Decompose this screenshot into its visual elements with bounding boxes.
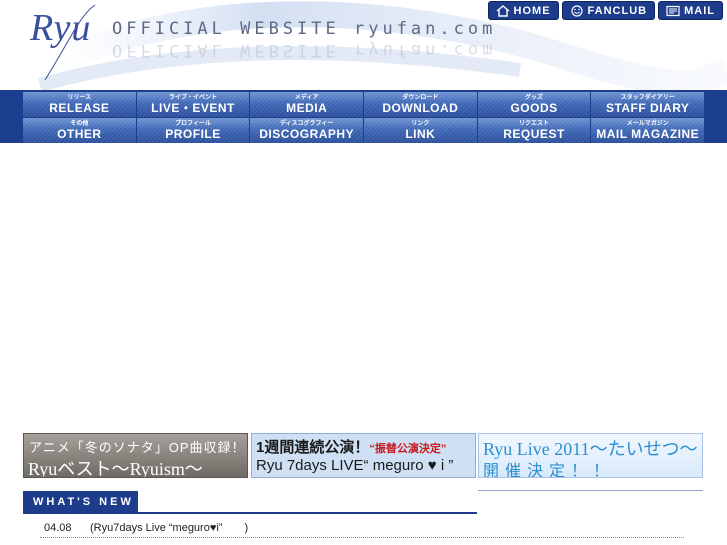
mail-icon (666, 5, 680, 16)
nav-row-1: リリース RELEASE ライブ・イベント LIVE・EVENT メディア MEDIA… (23, 92, 705, 117)
banner-7days-line1: 1週間連続公演！“振替公演決定” (256, 436, 446, 457)
nav-other-label: OTHER (57, 127, 102, 141)
banner-7days-line2: Ryu 7days LIVE“ meguro ♥ i ” (256, 457, 454, 474)
fanclub-button-label: FANCLUB (587, 4, 648, 17)
banner-ryuism-line2: Ryuベスト〜Ryuism〜 (28, 459, 203, 478)
side-divider (478, 490, 703, 491)
nav-staff-diary[interactable]: スタッフダイアリー STAFF DIARY (591, 92, 705, 117)
nav-other[interactable]: その他 OTHER (23, 118, 136, 143)
fanclub-button[interactable]: FANCLUB (561, 1, 656, 20)
nav-download-label: DOWNLOAD (382, 101, 459, 115)
nav-staff-diary-label: STAFF DIARY (605, 101, 690, 115)
top-button-group: HOME FANCLUB MAIL (487, 1, 723, 20)
mail-button[interactable]: MAIL (658, 1, 723, 20)
nav-request[interactable]: リクエスト REQUEST (477, 118, 591, 143)
nav-discography-label: DISCOGRAPHY (259, 127, 355, 141)
whats-new-heading: WHAT'S NEW (23, 491, 138, 513)
nav-discography[interactable]: ディスコグラフィー DISCOGRAPHY (250, 118, 364, 143)
nav-goods[interactable]: グッズ GOODS (477, 92, 591, 117)
nav-link-label: LINK (405, 127, 436, 141)
news-item-divider (40, 537, 684, 538)
nav-release[interactable]: リリース RELEASE (23, 92, 136, 117)
news-item-text: (Ryu7days Live “meguro♥i” ) (90, 522, 249, 534)
nav-link[interactable]: リンク LINK (364, 118, 477, 143)
nav-live-event-label: LIVE・EVENT (151, 101, 235, 115)
nav-mail-magazine[interactable]: メールマガジン MAIL MAGAZINE (591, 118, 705, 143)
site-logo[interactable]: Ryu (30, 6, 91, 50)
banner-7days-highlight: “振替公演決定” (369, 443, 447, 455)
nav-request-label: REQUEST (503, 127, 565, 141)
banner-ryuism-best[interactable]: アニメ「冬のソナタ」OP曲収録！ Ryuベスト〜Ryuism〜 (23, 433, 248, 478)
site-tagline: OFFICIAL WEBSITE ryufan.com (112, 19, 497, 39)
news-item-date: 04.08 (44, 522, 72, 534)
home-button[interactable]: HOME (487, 1, 559, 20)
nav-release-label: RELEASE (49, 101, 110, 115)
news-item[interactable]: 04.08 (Ryu7days Live “meguro♥i” ) (44, 519, 248, 535)
home-icon (496, 4, 509, 17)
banner-7days-title: 1週間連続公演！ (256, 439, 370, 456)
banner-live-2011-line2: 開催決定！！ (483, 463, 616, 478)
banner-7days-live[interactable]: 1週間連続公演！“振替公演決定” Ryu 7days LIVE“ meguro … (251, 433, 476, 478)
whats-new-underline (23, 512, 477, 514)
nav-media[interactable]: メディア MEDIA (250, 92, 364, 117)
nav-media-label: MEDIA (286, 101, 328, 115)
smiley-icon (570, 4, 583, 17)
site-tagline-reflection: OFFICIAL WEBSITE ryufan.com (112, 40, 497, 60)
nav-live-event[interactable]: ライブ・イベント LIVE・EVENT (136, 92, 250, 117)
banner-ryuism-line1: アニメ「冬のソナタ」OP曲収録！ (29, 440, 246, 455)
nav-row-2: その他 OTHER プロフィール PROFILE ディスコグラフィー DISCOGRA… (23, 118, 705, 143)
nav-download[interactable]: ダウンロード DOWNLOAD (364, 92, 477, 117)
banner-live-2011[interactable]: Ryu Live 2011〜たいせつ〜 開催決定！！ (478, 433, 703, 478)
site-header: Ryu OFFICIAL WEBSITE ryufan.com OFFICIAL… (0, 0, 727, 90)
nav-goods-label: GOODS (510, 101, 558, 115)
nav-mail-magazine-label: MAIL MAGAZINE (596, 127, 700, 141)
nav-profile[interactable]: プロフィール PROFILE (136, 118, 250, 143)
home-button-label: HOME (513, 4, 551, 17)
main-navigation: リリース RELEASE ライブ・イベント LIVE・EVENT メディア MEDIA… (0, 90, 727, 143)
nav-profile-label: PROFILE (165, 127, 221, 141)
mail-button-label: MAIL (684, 4, 715, 17)
